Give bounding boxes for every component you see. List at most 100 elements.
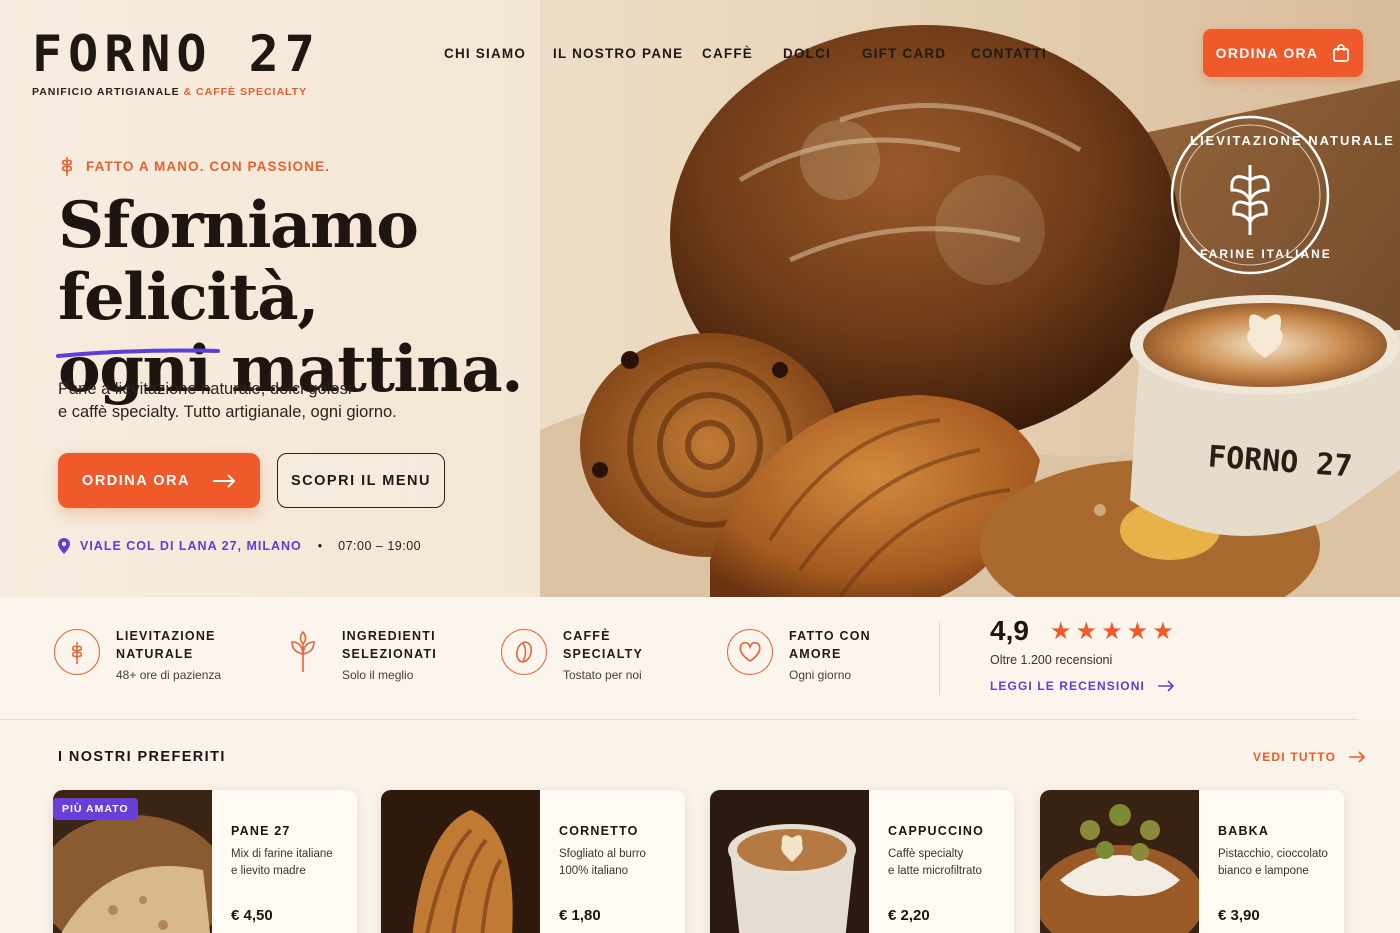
hero-headline: Sforniamo felicità, ogni mattina. [58, 190, 698, 406]
product-description-line2: e latte microfiltrato [888, 865, 982, 877]
feature-amore: FATTO CON AMORE Ogni giorno [727, 627, 871, 682]
read-reviews-link[interactable]: LEGGI LE RECENSIONI [990, 679, 1178, 693]
main-nav: CHI SIAMO IL NOSTRO PANE CAFFÈ DOLCI GIF… [444, 46, 1061, 61]
brand-wordmark: FORNO 27 [32, 25, 321, 83]
feature-caffe: CAFFÈ SPECIALTY Tostato per noi [501, 627, 643, 682]
product-description: Caffè specialty e latte microfiltrato [888, 846, 1006, 880]
hero-headline-line1: Sforniamo felicità, [58, 188, 419, 335]
features-strip: LIEVITAZIONE NATURALE 48+ ore di pazienz… [0, 597, 1400, 719]
brand-tagline: PANIFICIO ARTIGIANALE & CAFFÈ SPECIALTY [32, 86, 321, 98]
read-reviews-label: LEGGI LE RECENSIONI [990, 679, 1145, 693]
rating-block: 4,9 ★★★★★ Oltre 1.200 recensioni LEGGI L… [990, 615, 1178, 693]
see-all-label: VEDI TUTTO [1253, 750, 1337, 764]
favorites-title: I NOSTRI PREFERITI [58, 749, 226, 765]
feature-subtitle: Solo il meglio [342, 668, 414, 682]
feature-title-line2: AMORE [789, 647, 842, 661]
feature-title-line1: FATTO CON [789, 629, 871, 643]
rating-score: 4,9 [990, 615, 1029, 646]
product-description-line1: Mix di farine italiane [231, 848, 333, 860]
feature-title-line1: CAFFÈ [563, 629, 611, 643]
order-now-header-label: ORDINA ORA [1215, 45, 1319, 61]
feature-title-line2: SPECIALTY [563, 647, 644, 661]
nav-chi-siamo[interactable]: CHI SIAMO [444, 46, 553, 61]
shopping-bag-icon [1333, 44, 1350, 62]
tagline-main: PANIFICIO ARTIGIANALE [32, 86, 180, 98]
brand-logo[interactable]: FORNO 27 PANIFICIO ARTIGIANALE & CAFFÈ S… [32, 26, 321, 98]
product-card-cappuccino[interactable]: CAPPUCCINO Caffè specialty e latte micro… [710, 790, 1014, 933]
coffee-bean-icon [501, 629, 547, 675]
product-description-line1: Sfogliato al burro [559, 848, 646, 860]
discover-menu-button[interactable]: SCOPRI IL MENU [277, 453, 445, 508]
feature-title-line2: NATURALE [116, 647, 194, 661]
product-price: € 3,90 [1218, 907, 1260, 924]
product-description: Mix di farine italiane e lievito madre [231, 846, 349, 880]
map-pin-icon [58, 538, 70, 554]
product-card-cornetto[interactable]: CORNETTO Sfogliato al burro 100% italian… [381, 790, 685, 933]
product-description-line1: Pistacchio, cioccolato [1218, 848, 1328, 860]
review-count: Oltre 1.200 recensioni [990, 653, 1113, 667]
hero-subtext: Pane a lievitazione naturale, dolci golo… [58, 378, 458, 424]
product-description-line2: 100% italiano [559, 865, 629, 877]
nav-dolci[interactable]: DOLCI [783, 46, 862, 61]
star-icon: ★ [1050, 617, 1076, 645]
order-now-button[interactable]: ORDINA ORA [58, 453, 260, 508]
star-icon: ★ [1075, 617, 1102, 645]
product-description-line1: Caffè specialty [888, 848, 964, 860]
hero-subtext-line2: e caffè specialty. Tutto artigianale, og… [58, 403, 397, 421]
address-link[interactable]: VIALE COL DI LANA 27, MILANO [80, 539, 302, 553]
feature-title-line1: INGREDIENTI [342, 629, 436, 643]
heart-icon [727, 629, 773, 675]
headline-underline-decoration [56, 348, 220, 358]
arrow-right-icon [1157, 680, 1175, 692]
product-name: CORNETTO [559, 824, 639, 838]
star-icon: ★ [1152, 617, 1178, 645]
nav-gift-card[interactable]: GIFT CARD [862, 46, 971, 61]
arrow-right-icon [212, 473, 236, 488]
star-icon: ★ [1126, 617, 1153, 645]
product-name: CAPPUCCINO [888, 824, 985, 838]
features-divider [939, 621, 940, 695]
sprout-icon [280, 629, 326, 675]
product-price: € 1,80 [559, 907, 601, 924]
product-card-babka[interactable]: BABKA Pistacchio, cioccolato bianco e la… [1040, 790, 1344, 933]
order-now-header-button[interactable]: ORDINA ORA [1203, 29, 1363, 77]
hero-subtext-line1: Pane a lievitazione naturale, dolci golo… [58, 380, 352, 398]
discover-menu-label: SCOPRI IL MENU [291, 472, 431, 489]
feature-subtitle: 48+ ore di pazienza [116, 668, 222, 682]
nav-contatti[interactable]: CONTATTI [971, 46, 1061, 61]
product-description: Sfogliato al burro 100% italiano [559, 846, 677, 880]
tagline-accent: CAFFÈ SPECIALTY [196, 86, 308, 98]
product-name: PANE 27 [231, 824, 291, 838]
hero-kicker-text: FATTO A MANO. CON PASSIONE. [86, 158, 330, 174]
feature-lievitazione: LIEVITAZIONE NATURALE 48+ ore di pazienz… [54, 627, 221, 682]
location-info: VIALE COL DI LANA 27, MILANO • 07:00 – 1… [58, 538, 421, 554]
wheat-cycle-icon [54, 629, 100, 675]
star-icon: ★ [1101, 617, 1127, 645]
tagline-join: & [183, 86, 193, 98]
product-description-line2: e lievito madre [231, 865, 306, 877]
hero-kicker: FATTO A MANO. CON PASSIONE. [58, 155, 330, 177]
product-name: BABKA [1218, 824, 1270, 838]
most-loved-badge: PIÙ AMATO [53, 798, 138, 820]
cappuccino-image [710, 790, 869, 933]
stamp-bottom-text: FARINE ITALIANE [1200, 247, 1332, 261]
rating-stars: ★★★★★ [1050, 617, 1178, 645]
product-description-line2: bianco e lampone [1218, 865, 1309, 877]
order-now-label: ORDINA ORA [82, 472, 190, 489]
feature-title-line1: LIEVITAZIONE [116, 629, 216, 643]
product-price: € 2,20 [888, 907, 930, 924]
feature-title-line2: SELEZIONATI [342, 647, 437, 661]
section-divider [0, 719, 1358, 720]
product-price: € 4,50 [231, 907, 273, 924]
product-description: Pistacchio, cioccolato bianco e lampone [1218, 846, 1336, 880]
nav-il-nostro-pane[interactable]: IL NOSTRO PANE [553, 46, 702, 61]
see-all-link[interactable]: VEDI TUTTO [1253, 750, 1366, 764]
croissant-image [381, 790, 540, 933]
feature-subtitle: Tostato per noi [563, 668, 642, 682]
feature-subtitle: Ogni giorno [789, 668, 852, 682]
arrow-right-icon [1349, 751, 1366, 763]
nav-caffe[interactable]: CAFFÈ [702, 46, 783, 61]
feature-ingredienti: INGREDIENTI SELEZIONATI Solo il meglio [280, 627, 437, 682]
wheat-icon [62, 157, 72, 176]
opening-hours: 07:00 – 19:00 [338, 539, 422, 553]
